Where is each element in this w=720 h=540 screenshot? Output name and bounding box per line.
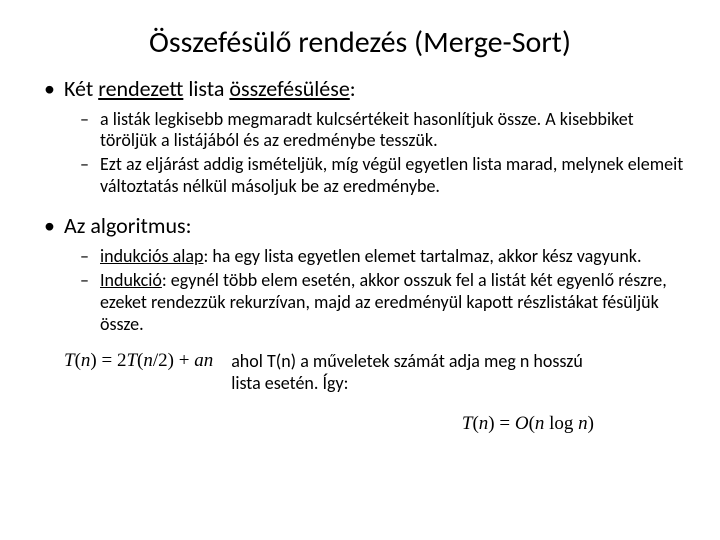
text-tn: T(n) <box>267 350 296 372</box>
text-underline: rendezett <box>98 75 183 102</box>
sub-bullet: Indukció: egynél több elem esetén, akkor… <box>100 270 684 336</box>
eq-text: ) = 2 <box>90 350 126 371</box>
eq-text: /2) + <box>153 350 194 371</box>
eq-log: log <box>544 413 578 434</box>
result-equation: T(n) = O(n log n) <box>462 413 594 434</box>
text-underline: indukciós alap <box>100 245 203 267</box>
eq-T: T <box>64 350 75 371</box>
text: Két <box>64 75 98 102</box>
eq-paren: ) <box>588 413 594 434</box>
sub-bullet: a listák legkisebb megmaradt kulcsértéke… <box>100 109 684 153</box>
text: : egynél több elem esetén, akkor osszuk … <box>100 269 667 335</box>
eq-n: n <box>143 350 153 371</box>
text-n: n <box>520 350 529 372</box>
recurrence-equation: T(n) = 2T(n/2) + an <box>64 350 213 372</box>
text-underline: Indukció <box>100 269 162 291</box>
text: : <box>350 75 356 102</box>
eq-T: T <box>126 350 137 371</box>
text: Az algoritmus: <box>64 212 192 239</box>
sublist: indukciós alap: ha egy lista egyetlen el… <box>64 246 684 336</box>
bullet-merge-lists: Két rendezett lista összefésülése: a lis… <box>64 75 684 198</box>
result-equation-wrap: T(n) = O(n log n) <box>36 413 684 435</box>
eq-O: O <box>515 413 529 434</box>
text: : ha egy lista egyetlen elemet tartalmaz… <box>203 245 641 267</box>
equation-note: ahol T(n) a műveletek számát adja meg n … <box>231 350 611 395</box>
slide-title: Összefésülő rendezés (Merge-Sort) <box>0 0 720 75</box>
text: a műveletek számát adja meg <box>296 350 520 372</box>
sub-bullet: Ezt az eljárást addig ismételjük, míg vé… <box>100 154 684 198</box>
eq-n: n <box>479 413 489 434</box>
slide: Összefésülő rendezés (Merge-Sort) Két re… <box>0 0 720 540</box>
eq-n: n <box>81 350 91 371</box>
eq-n: n <box>535 413 545 434</box>
bullet-list-1: Két rendezett lista összefésülése: a lis… <box>36 75 684 336</box>
equation-row: T(n) = 2T(n/2) + an ahol T(n) a művelete… <box>36 350 684 395</box>
eq-T: T <box>462 413 473 434</box>
sub-bullet: indukciós alap: ha egy lista egyetlen el… <box>100 246 684 268</box>
slide-body: Két rendezett lista összefésülése: a lis… <box>0 75 720 435</box>
eq-n: n <box>578 413 588 434</box>
sublist: a listák legkisebb megmaradt kulcsértéke… <box>64 109 684 199</box>
eq-an: an <box>194 350 213 371</box>
eq-text: ) = <box>488 413 515 434</box>
text: ahol <box>231 350 267 372</box>
bullet-algorithm: Az algoritmus: indukciós alap: ha egy li… <box>64 212 684 335</box>
text: lista <box>183 75 229 102</box>
text-underline: összefésülése <box>229 75 349 102</box>
